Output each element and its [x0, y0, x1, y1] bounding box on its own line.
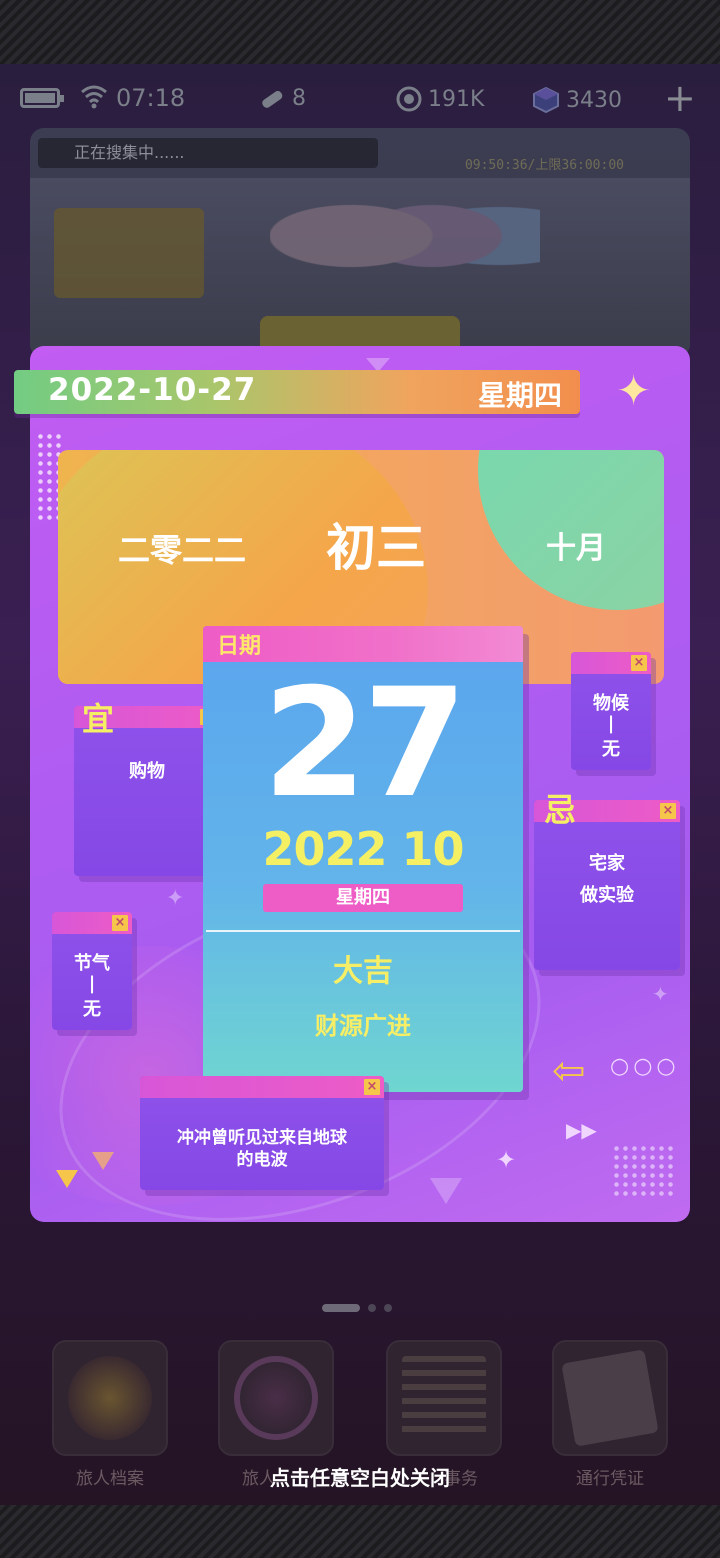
battery-icon: [20, 88, 64, 108]
close-icon: ×: [631, 655, 647, 671]
gem-value: 3430: [566, 87, 622, 113]
sparkle-icon: ✦: [496, 1146, 517, 1174]
fortune-detail: 财源广进: [315, 1012, 411, 1040]
gem-stat: 3430: [532, 86, 622, 114]
add-button[interactable]: +: [664, 76, 696, 120]
triangle-decoration: [92, 1152, 114, 1170]
suitable-tag: 宜: [82, 700, 115, 738]
phenology-note: × 物候 | 无: [571, 652, 651, 770]
message-line-2: 的电波: [236, 1150, 288, 1170]
close-icon: ×: [364, 1079, 380, 1095]
close-icon: ×: [660, 803, 676, 819]
archive-icon: [68, 1356, 152, 1440]
sparkle-icon: ✦: [616, 366, 652, 415]
bandage-icon: [262, 90, 283, 108]
date-card-title: 日期: [217, 634, 262, 659]
message-line-1: 冲冲曾听见过来自地球: [177, 1128, 347, 1148]
lunar-day: 初三: [326, 519, 426, 577]
phenology-value: 无: [602, 739, 620, 760]
solar-term-value: 无: [83, 999, 101, 1020]
traveler-archive-button[interactable]: [52, 1340, 168, 1456]
dot-grid-decoration: [612, 1144, 676, 1200]
avoid-tag: 忌: [544, 791, 577, 829]
circles-decoration: ○○○: [610, 1054, 680, 1079]
fortune: 大吉: [333, 954, 393, 989]
drill-vehicle-image: [54, 208, 204, 298]
expedition-timer: 09:50:36/上限36:00:00: [464, 158, 624, 173]
task-list-icon: [402, 1356, 486, 1440]
traveler-radar-button[interactable]: [218, 1340, 334, 1456]
solar-term-separator: |: [88, 973, 96, 994]
fast-forward-icon: ▶▶: [566, 1118, 597, 1142]
message-note: × 冲冲曾听见过来自地球 的电波: [140, 1076, 384, 1190]
avoid-activity-1: 宅家: [589, 853, 625, 874]
stamina-stat: 8: [258, 86, 306, 111]
weekday-pill: 星期四: [263, 884, 463, 912]
stamina-value: 8: [292, 86, 306, 111]
sparkle-icon: ✦: [166, 886, 185, 911]
day-number: 27: [262, 657, 468, 831]
sparkle-icon: ✦: [652, 982, 669, 1006]
pass-credential-button[interactable]: [552, 1340, 668, 1456]
solar-term-note: × 节气 | 无: [52, 912, 132, 1030]
lunar-year: 二零二二: [118, 531, 247, 569]
close-hint: 点击任意空白处关闭: [270, 1466, 450, 1490]
date-ribbon: 2022-10-27 星期四: [14, 370, 580, 414]
lunar-month: 十月: [546, 531, 606, 566]
divider: [206, 930, 520, 932]
gregorian-date: 2022-10-27: [48, 372, 257, 408]
suitable-activity: 购物: [129, 761, 165, 782]
close-icon: ×: [112, 915, 128, 931]
cocoon-card-icon: [561, 1349, 659, 1447]
phenology-separator: |: [607, 713, 615, 734]
background-expedition-card: 正在搜集中...... 09:50:36/上限36:00:00: [30, 128, 690, 358]
year-month: 2022 10: [262, 822, 464, 876]
ribbon-weekday: 星期四: [477, 379, 562, 412]
bottom-hatch-band: [0, 1505, 720, 1558]
page-dot: [368, 1304, 376, 1312]
coin-stat: 191K: [396, 86, 484, 112]
triangle-decoration: [56, 1170, 78, 1188]
characters-image: [270, 188, 540, 308]
page-indicator: [322, 1304, 392, 1312]
status-bar: 07:18 8 191K 3430 +: [0, 72, 720, 124]
page-dot-active: [322, 1304, 360, 1312]
avoid-activity-2: 做实验: [580, 885, 634, 906]
coin-icon: [396, 86, 422, 112]
task-button[interactable]: [386, 1340, 502, 1456]
page-dot: [384, 1304, 392, 1312]
radar-icon: [234, 1356, 318, 1440]
cube-gem-icon: [533, 86, 559, 114]
top-hatch-band: [0, 0, 720, 64]
searching-status: 正在搜集中......: [38, 138, 378, 168]
coin-value: 191K: [428, 86, 485, 112]
wifi-icon: [81, 85, 107, 109]
arrow-left-icon: ⇦: [552, 1048, 586, 1094]
clock-time: 07:18: [116, 84, 186, 112]
triangle-decoration: [430, 1178, 462, 1204]
